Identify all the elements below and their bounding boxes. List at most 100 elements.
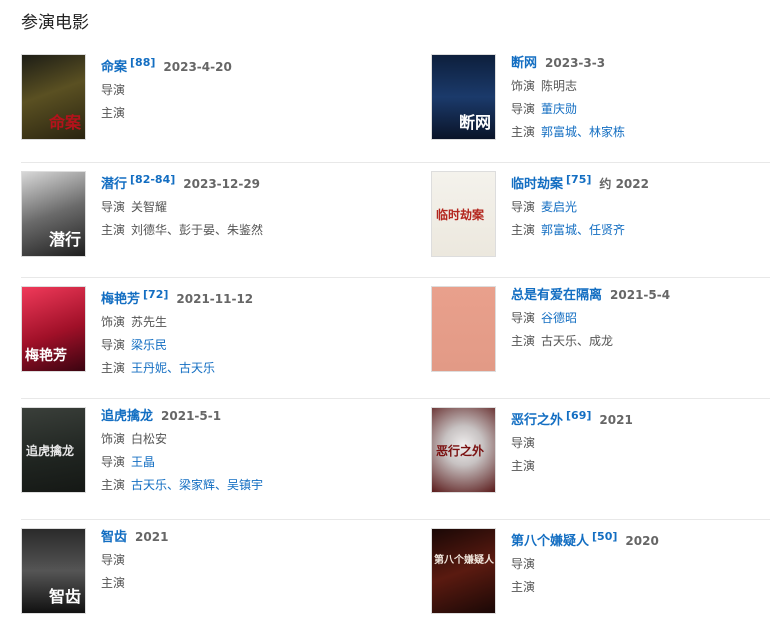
- film-item: 命案 命案 [88] 2023-4-20 导演 主演: [21, 46, 431, 162]
- film-poster[interactable]: 恶行之外: [431, 407, 496, 493]
- person-link[interactable]: 王丹妮、古天乐: [131, 361, 215, 375]
- film-info: 第八个嫌疑人 [50] 2020 导演 主演: [511, 526, 659, 624]
- role-line: 主演: [101, 572, 168, 595]
- film-release-date: 2023-12-29: [183, 177, 261, 191]
- role-label: 主演: [101, 478, 126, 492]
- film-info: 追虎擒龙 2021-5-1 饰演 白松安 导演 王晶 主演 古天乐、梁家辉、吴镇宇: [101, 405, 263, 519]
- poster-title-text: 临时劫案: [436, 208, 485, 222]
- film-title-link[interactable]: 第八个嫌疑人: [511, 534, 589, 549]
- film-poster[interactable]: 追虎擒龙: [21, 407, 86, 493]
- role-line: 主演: [101, 102, 232, 125]
- film-release-date: 约 2022: [599, 177, 649, 191]
- role-line: 导演 梁乐民: [101, 334, 253, 357]
- film-title-link[interactable]: 临时劫案: [511, 177, 563, 192]
- role-label: 主演: [511, 334, 536, 348]
- film-info: 临时劫案 [75] 约 2022 导演 麦启光 主演 郭富城、任贤齐: [511, 169, 649, 277]
- film-info: 断网 2023-3-3 饰演 陈明志 导演 董庆勋 主演 郭富城、林家栋: [511, 52, 625, 162]
- person-link[interactable]: 郭富城、林家栋: [541, 125, 625, 139]
- film-release-date: 2021-5-1: [161, 409, 222, 423]
- film-row: 命案 命案 [88] 2023-4-20 导演 主演 断网 断网 2023-3-3 饰演 陈明志 导演…: [21, 46, 770, 163]
- role-line: 导演 麦启光: [511, 196, 649, 219]
- film-item: 总是有爱在隔离 2021-5-4 导演 谷德昭 主演 古天乐、成龙: [431, 278, 770, 398]
- poster-title-text: 智齿: [48, 587, 81, 606]
- person-link[interactable]: 梁乐民: [131, 338, 167, 352]
- film-poster[interactable]: 命案: [21, 54, 86, 140]
- role-line: 导演 关智耀: [101, 196, 263, 219]
- film-release-date: 2021: [599, 413, 633, 427]
- role-label: 导演: [101, 455, 126, 469]
- person-names: 陈明志: [541, 79, 578, 93]
- reference-link[interactable]: [88]: [130, 56, 155, 69]
- role-line: 主演 郭富城、林家栋: [511, 121, 625, 144]
- film-title-link[interactable]: 智齿: [101, 530, 127, 545]
- poster-title-text: 命案: [48, 113, 81, 132]
- film-title-line: 断网 2023-3-3: [511, 52, 625, 75]
- film-info: 命案 [88] 2023-4-20 导演 主演: [101, 52, 232, 162]
- film-title-link[interactable]: 追虎擒龙: [101, 409, 153, 424]
- film-title-line: 智齿 2021: [101, 526, 168, 549]
- film-title-line: 追虎擒龙 2021-5-1: [101, 405, 263, 428]
- reference-link[interactable]: [50]: [592, 530, 617, 543]
- person-names: 关智耀: [131, 200, 168, 214]
- film-title-link[interactable]: 恶行之外: [511, 413, 563, 428]
- person-link[interactable]: 董庆勋: [541, 102, 577, 116]
- film-poster[interactable]: [431, 286, 496, 372]
- film-poster[interactable]: 潜行: [21, 171, 86, 257]
- role-label: 导演: [511, 102, 536, 116]
- role-line: 导演: [511, 432, 633, 455]
- film-info: 恶行之外 [69] 2021 导演 主演: [511, 405, 633, 519]
- reference-link[interactable]: [72]: [143, 288, 168, 301]
- reference-link[interactable]: [82-84]: [130, 173, 175, 186]
- reference-link[interactable]: [69]: [566, 409, 591, 422]
- film-info: 梅艳芳 [72] 2021-11-12 饰演 苏先生 导演 梁乐民 主演 王丹妮、古天乐: [101, 284, 253, 398]
- reference-link[interactable]: [75]: [566, 173, 591, 186]
- poster-title-text: 潜行: [48, 230, 81, 249]
- role-label: 饰演: [511, 79, 536, 93]
- film-poster[interactable]: 断网: [431, 54, 496, 140]
- person-link[interactable]: 郭富城、任贤齐: [541, 223, 625, 237]
- film-poster[interactable]: 第八个嫌疑人: [431, 528, 496, 614]
- film-item: 追虎擒龙 追虎擒龙 2021-5-1 饰演 白松安 导演 王晶 主演 古天乐、梁家辉、吴镇宇: [21, 399, 431, 519]
- film-title-link[interactable]: 断网: [511, 56, 537, 71]
- film-release-date: 2023-4-20: [163, 60, 232, 74]
- role-line: 导演 董庆勋: [511, 98, 625, 121]
- person-names: 古天乐、成龙: [541, 334, 614, 348]
- film-title-line: 命案 [88] 2023-4-20: [101, 52, 232, 79]
- poster-title-text: 断网: [458, 113, 491, 132]
- film-title-line: 第八个嫌疑人 [50] 2020: [511, 526, 659, 553]
- film-title-line: 潜行 [82-84] 2023-12-29: [101, 169, 263, 196]
- person-names: 刘德华、彭于晏、朱鉴然: [131, 223, 264, 237]
- film-poster[interactable]: 智齿: [21, 528, 86, 614]
- film-poster[interactable]: 临时劫案: [431, 171, 496, 257]
- film-title-link[interactable]: 总是有爱在隔离: [511, 288, 602, 303]
- poster-title-text: 梅艳芳: [25, 348, 67, 364]
- film-item: 断网 断网 2023-3-3 饰演 陈明志 导演 董庆勋 主演 郭富城、林家栋: [431, 46, 770, 162]
- film-poster[interactable]: 梅艳芳: [21, 286, 86, 372]
- person-names: 苏先生: [131, 315, 168, 329]
- role-label: 主演: [101, 576, 126, 590]
- role-label: 主演: [511, 223, 536, 237]
- person-link[interactable]: 谷德昭: [541, 311, 577, 325]
- person-names: 白松安: [131, 432, 168, 446]
- film-row: 智齿 智齿 2021 导演 主演 第八个嫌疑人 第八个嫌疑人 [50] 2020 导演 主演: [21, 520, 770, 624]
- film-info: 智齿 2021 导演主演: [101, 526, 168, 624]
- role-label: 主演: [101, 361, 126, 375]
- role-line: 导演 王晶: [101, 451, 263, 474]
- film-item: 潜行 潜行 [82-84] 2023-12-29 导演 关智耀 主演 刘德华、彭于晏、朱鉴然: [21, 163, 431, 277]
- film-title-link[interactable]: 潜行: [101, 177, 127, 192]
- person-link[interactable]: 古天乐、梁家辉、吴镇宇: [131, 478, 263, 492]
- person-link[interactable]: 王晶: [131, 455, 155, 469]
- film-release-date: 2021: [135, 530, 169, 544]
- role-line: 主演: [511, 576, 659, 599]
- role-line: 主演 郭富城、任贤齐: [511, 219, 649, 242]
- film-item: 恶行之外 恶行之外 [69] 2021 导演 主演: [431, 399, 770, 519]
- section-title: 参演电影: [21, 13, 89, 33]
- role-line: 主演 王丹妮、古天乐: [101, 357, 253, 380]
- film-title-link[interactable]: 命案: [101, 60, 127, 75]
- role-line: 导演: [101, 549, 168, 572]
- role-label: 导演: [511, 436, 536, 450]
- film-title-link[interactable]: 梅艳芳: [101, 292, 140, 307]
- film-release-date: 2021-11-12: [176, 292, 254, 306]
- person-link[interactable]: 麦启光: [541, 200, 577, 214]
- film-title-line: 临时劫案 [75] 约 2022: [511, 169, 649, 196]
